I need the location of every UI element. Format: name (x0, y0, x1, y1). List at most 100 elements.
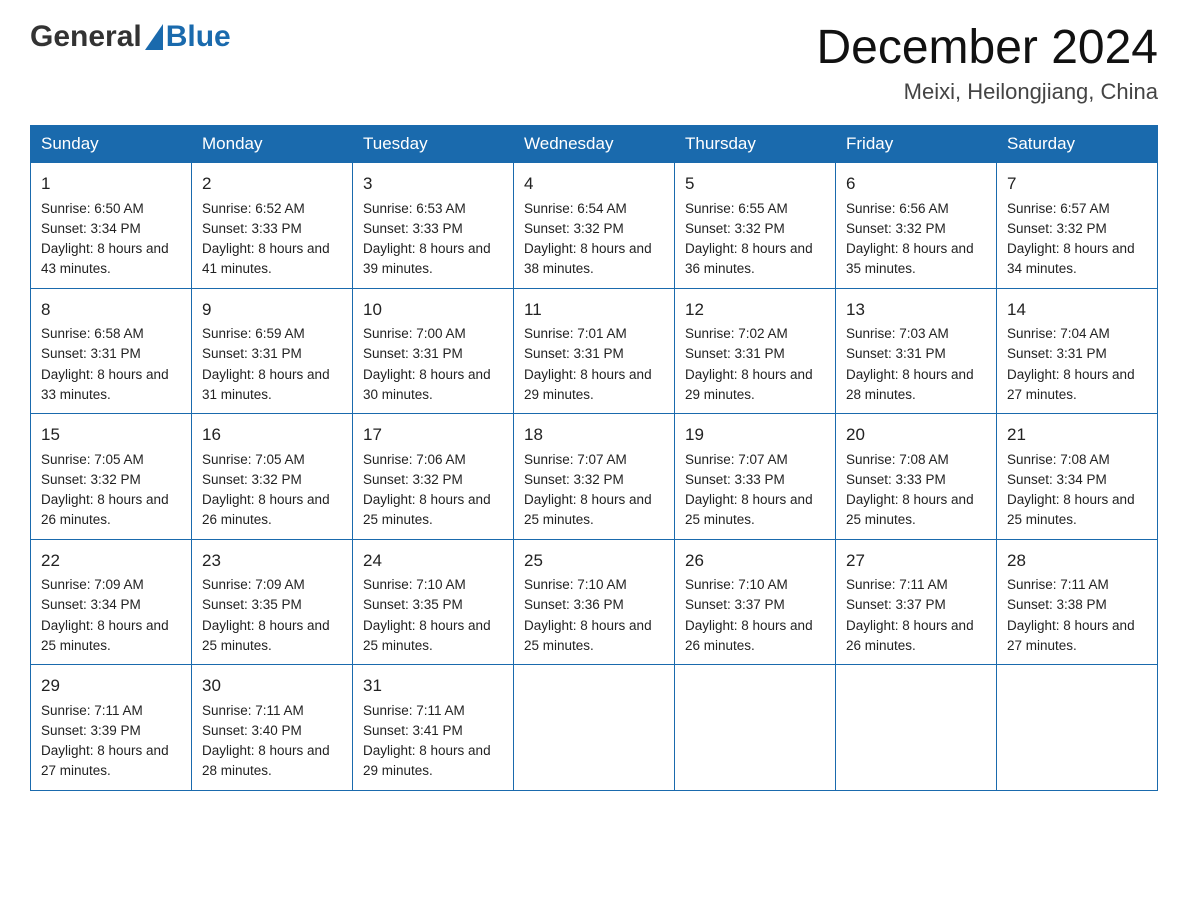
calendar-cell (997, 665, 1158, 791)
weekday-header-tuesday: Tuesday (353, 126, 514, 163)
day-number: 23 (202, 548, 342, 574)
calendar-cell: 31 Sunrise: 7:11 AM Sunset: 3:41 PM Dayl… (353, 665, 514, 791)
calendar-cell (836, 665, 997, 791)
calendar-week-5: 29 Sunrise: 7:11 AM Sunset: 3:39 PM Dayl… (31, 665, 1158, 791)
daylight-label: Daylight: 8 hours and 41 minutes. (202, 241, 330, 276)
sunset-label: Sunset: 3:34 PM (41, 597, 141, 612)
sunrise-label: Sunrise: 7:08 AM (1007, 452, 1110, 467)
daylight-label: Daylight: 8 hours and 38 minutes. (524, 241, 652, 276)
sunrise-label: Sunrise: 6:55 AM (685, 201, 788, 216)
sunrise-label: Sunrise: 7:09 AM (41, 577, 144, 592)
daylight-label: Daylight: 8 hours and 30 minutes. (363, 367, 491, 402)
sunrise-label: Sunrise: 6:52 AM (202, 201, 305, 216)
sunset-label: Sunset: 3:35 PM (363, 597, 463, 612)
calendar-cell: 4 Sunrise: 6:54 AM Sunset: 3:32 PM Dayli… (514, 163, 675, 289)
calendar-cell: 29 Sunrise: 7:11 AM Sunset: 3:39 PM Dayl… (31, 665, 192, 791)
day-number: 9 (202, 297, 342, 323)
day-number: 27 (846, 548, 986, 574)
daylight-label: Daylight: 8 hours and 27 minutes. (1007, 367, 1135, 402)
day-number: 11 (524, 297, 664, 323)
calendar-cell: 24 Sunrise: 7:10 AM Sunset: 3:35 PM Dayl… (353, 539, 514, 665)
weekday-header-sunday: Sunday (31, 126, 192, 163)
day-number: 10 (363, 297, 503, 323)
daylight-label: Daylight: 8 hours and 25 minutes. (363, 618, 491, 653)
sunset-label: Sunset: 3:32 PM (202, 472, 302, 487)
sunrise-label: Sunrise: 7:10 AM (524, 577, 627, 592)
calendar-cell: 5 Sunrise: 6:55 AM Sunset: 3:32 PM Dayli… (675, 163, 836, 289)
sunrise-label: Sunrise: 6:58 AM (41, 326, 144, 341)
daylight-label: Daylight: 8 hours and 34 minutes. (1007, 241, 1135, 276)
weekday-header-monday: Monday (192, 126, 353, 163)
weekday-header-wednesday: Wednesday (514, 126, 675, 163)
sunrise-label: Sunrise: 6:54 AM (524, 201, 627, 216)
sunrise-label: Sunrise: 7:10 AM (363, 577, 466, 592)
sunset-label: Sunset: 3:31 PM (202, 346, 302, 361)
calendar-cell: 6 Sunrise: 6:56 AM Sunset: 3:32 PM Dayli… (836, 163, 997, 289)
daylight-label: Daylight: 8 hours and 25 minutes. (524, 492, 652, 527)
daylight-label: Daylight: 8 hours and 36 minutes. (685, 241, 813, 276)
daylight-label: Daylight: 8 hours and 33 minutes. (41, 367, 169, 402)
sunset-label: Sunset: 3:31 PM (524, 346, 624, 361)
sunset-label: Sunset: 3:32 PM (524, 472, 624, 487)
day-number: 17 (363, 422, 503, 448)
day-number: 31 (363, 673, 503, 699)
sunset-label: Sunset: 3:32 PM (846, 221, 946, 236)
day-number: 1 (41, 171, 181, 197)
sunset-label: Sunset: 3:33 PM (685, 472, 785, 487)
sunrise-label: Sunrise: 7:07 AM (524, 452, 627, 467)
sunrise-label: Sunrise: 7:01 AM (524, 326, 627, 341)
sunset-label: Sunset: 3:41 PM (363, 723, 463, 738)
logo-blue-text: Blue (166, 20, 231, 54)
calendar-week-1: 1 Sunrise: 6:50 AM Sunset: 3:34 PM Dayli… (31, 163, 1158, 289)
calendar-cell: 27 Sunrise: 7:11 AM Sunset: 3:37 PM Dayl… (836, 539, 997, 665)
weekday-header-thursday: Thursday (675, 126, 836, 163)
sunset-label: Sunset: 3:33 PM (846, 472, 946, 487)
sunrise-label: Sunrise: 7:03 AM (846, 326, 949, 341)
day-number: 4 (524, 171, 664, 197)
sunrise-label: Sunrise: 6:50 AM (41, 201, 144, 216)
daylight-label: Daylight: 8 hours and 25 minutes. (1007, 492, 1135, 527)
sunrise-label: Sunrise: 6:56 AM (846, 201, 949, 216)
sunrise-label: Sunrise: 7:10 AM (685, 577, 788, 592)
sunrise-label: Sunrise: 7:05 AM (202, 452, 305, 467)
sunset-label: Sunset: 3:31 PM (363, 346, 463, 361)
calendar-cell: 21 Sunrise: 7:08 AM Sunset: 3:34 PM Dayl… (997, 414, 1158, 540)
sunrise-label: Sunrise: 7:04 AM (1007, 326, 1110, 341)
weekday-header-row: SundayMondayTuesdayWednesdayThursdayFrid… (31, 126, 1158, 163)
day-number: 3 (363, 171, 503, 197)
sunset-label: Sunset: 3:34 PM (41, 221, 141, 236)
day-number: 6 (846, 171, 986, 197)
day-number: 19 (685, 422, 825, 448)
calendar-cell: 18 Sunrise: 7:07 AM Sunset: 3:32 PM Dayl… (514, 414, 675, 540)
sunrise-label: Sunrise: 7:05 AM (41, 452, 144, 467)
sunrise-label: Sunrise: 7:11 AM (41, 703, 143, 718)
calendar-cell: 26 Sunrise: 7:10 AM Sunset: 3:37 PM Dayl… (675, 539, 836, 665)
calendar-cell: 22 Sunrise: 7:09 AM Sunset: 3:34 PM Dayl… (31, 539, 192, 665)
day-number: 5 (685, 171, 825, 197)
sunrise-label: Sunrise: 7:07 AM (685, 452, 788, 467)
daylight-label: Daylight: 8 hours and 25 minutes. (524, 618, 652, 653)
daylight-label: Daylight: 8 hours and 26 minutes. (846, 618, 974, 653)
daylight-label: Daylight: 8 hours and 25 minutes. (202, 618, 330, 653)
sunset-label: Sunset: 3:31 PM (846, 346, 946, 361)
daylight-label: Daylight: 8 hours and 25 minutes. (41, 618, 169, 653)
sunset-label: Sunset: 3:33 PM (363, 221, 463, 236)
sunrise-label: Sunrise: 7:08 AM (846, 452, 949, 467)
daylight-label: Daylight: 8 hours and 27 minutes. (41, 743, 169, 778)
sunset-label: Sunset: 3:31 PM (41, 346, 141, 361)
sunrise-label: Sunrise: 7:00 AM (363, 326, 466, 341)
daylight-label: Daylight: 8 hours and 25 minutes. (363, 492, 491, 527)
daylight-label: Daylight: 8 hours and 27 minutes. (1007, 618, 1135, 653)
day-number: 21 (1007, 422, 1147, 448)
calendar-cell: 19 Sunrise: 7:07 AM Sunset: 3:33 PM Dayl… (675, 414, 836, 540)
daylight-label: Daylight: 8 hours and 26 minutes. (41, 492, 169, 527)
sunrise-label: Sunrise: 7:11 AM (363, 703, 465, 718)
day-number: 25 (524, 548, 664, 574)
day-number: 24 (363, 548, 503, 574)
day-number: 15 (41, 422, 181, 448)
sunrise-label: Sunrise: 7:11 AM (1007, 577, 1109, 592)
day-number: 7 (1007, 171, 1147, 197)
sunrise-label: Sunrise: 7:11 AM (202, 703, 304, 718)
daylight-label: Daylight: 8 hours and 39 minutes. (363, 241, 491, 276)
day-number: 30 (202, 673, 342, 699)
